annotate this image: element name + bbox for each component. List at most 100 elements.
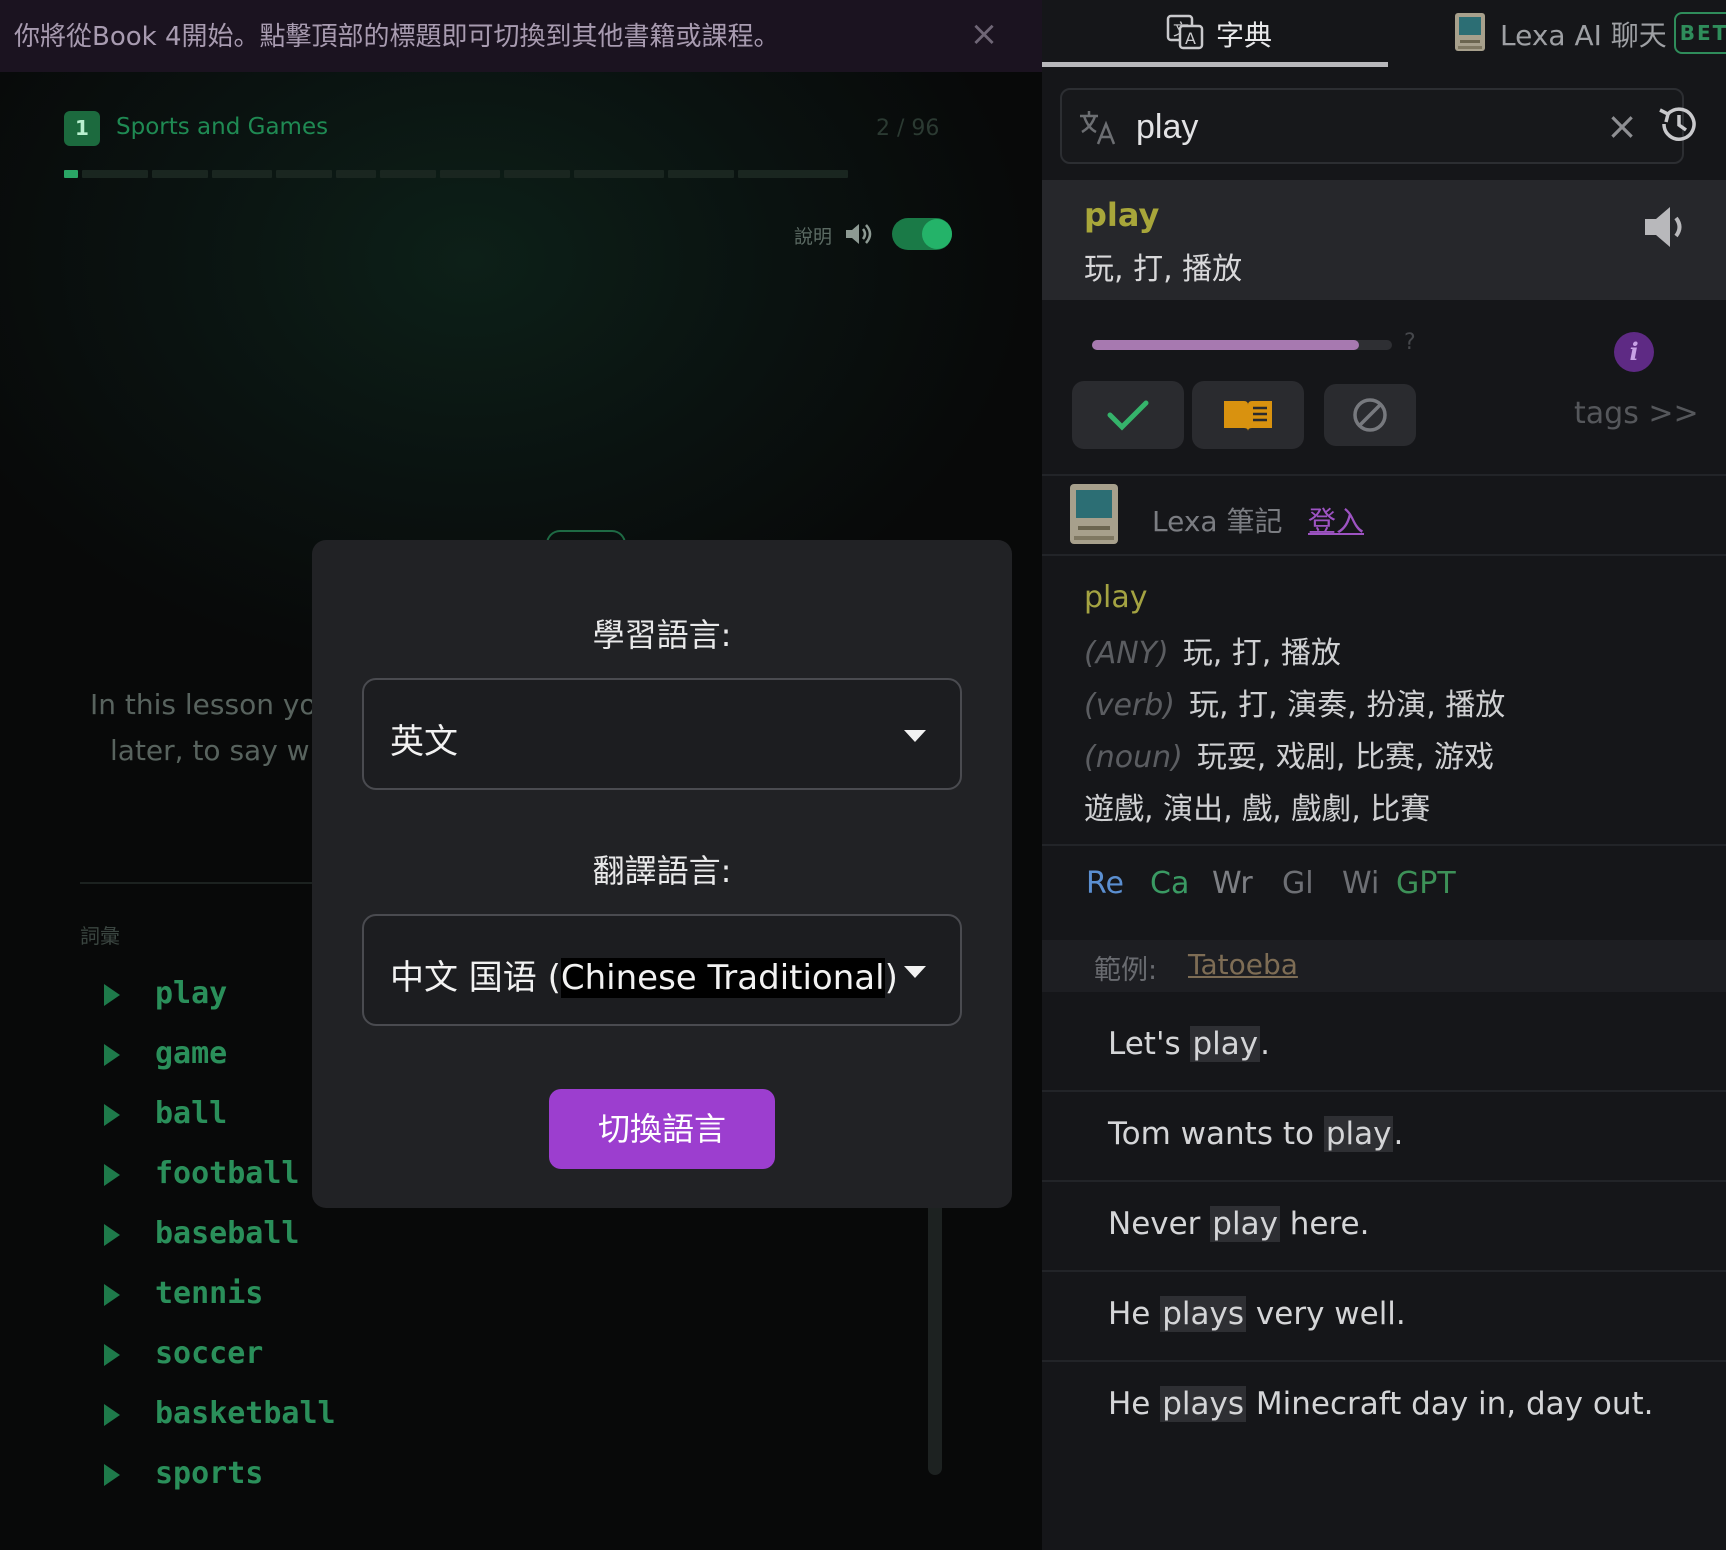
- definition-text: 玩耍, 戏剧, 比赛, 游戏: [1196, 740, 1495, 775]
- progress-segment: [668, 170, 734, 178]
- vocab-word: tennis: [155, 1276, 264, 1311]
- familiarity-slider[interactable]: [1092, 340, 1392, 350]
- pronounce-speaker-icon[interactable]: [1642, 204, 1692, 250]
- expand-arrow-icon: [104, 1044, 120, 1066]
- tatoeba-link[interactable]: Tatoeba: [1188, 948, 1298, 981]
- vocab-word: game: [155, 1036, 228, 1071]
- search-box: ×: [1060, 88, 1684, 164]
- expand-arrow-icon: [104, 984, 120, 1006]
- tab-dictionary[interactable]: 文 A 字典: [1042, 0, 1388, 68]
- study-language-label: 學習語言:: [592, 616, 732, 654]
- expand-arrow-icon: [104, 1344, 120, 1366]
- example-sentence[interactable]: Tom wants to play.: [1042, 1092, 1726, 1182]
- switch-language-button[interactable]: 切換語言: [549, 1089, 775, 1169]
- vocab-word: baseball: [155, 1216, 300, 1251]
- example-sentence[interactable]: Let's play.: [1042, 1002, 1726, 1092]
- progress-segment: [276, 170, 332, 178]
- part-of-speech: (noun): [1084, 740, 1183, 775]
- highlighted-word[interactable]: plays: [1160, 1296, 1247, 1332]
- ignore-word-button[interactable]: [1324, 384, 1416, 446]
- example-sentence[interactable]: He plays very well.: [1042, 1272, 1726, 1362]
- definition-row: (ANY) 玩, 打, 播放: [1084, 628, 1341, 672]
- example-sentence[interactable]: Never play here.: [1042, 1182, 1726, 1272]
- chevron-down-icon: [904, 730, 926, 742]
- vocab-item[interactable]: sports: [100, 1450, 500, 1500]
- examples-label: 範例:: [1094, 955, 1158, 986]
- toggle-knob: [922, 219, 952, 249]
- retro-computer-icon: [1070, 484, 1118, 544]
- highlighted-word[interactable]: plays: [1160, 1386, 1247, 1422]
- active-tab-indicator: [1042, 62, 1388, 67]
- notes-label: Lexa 筆記: [1152, 505, 1283, 538]
- clear-search-icon[interactable]: ×: [1602, 106, 1642, 146]
- vocab-item[interactable]: tennis: [100, 1270, 500, 1320]
- vocab-item[interactable]: basketball: [100, 1390, 500, 1440]
- expand-arrow-icon: [104, 1284, 120, 1306]
- lesson-number-badge: 1: [64, 111, 100, 146]
- svg-text:A: A: [1185, 29, 1196, 48]
- translation-language-select[interactable]: 中文 国语 (Chinese Traditional): [362, 914, 962, 1026]
- expand-arrow-icon: [104, 1104, 120, 1126]
- vocab-word: ball: [155, 1096, 228, 1131]
- divider: [1042, 844, 1726, 846]
- search-input[interactable]: [1136, 100, 1576, 154]
- source-link-wr[interactable]: Wr: [1212, 866, 1253, 901]
- definition-text: 玩, 打, 播放: [1182, 636, 1341, 671]
- checkmark-icon: [1107, 400, 1149, 431]
- example-sentence[interactable]: He plays Minecraft day in, day out.: [1042, 1362, 1726, 1452]
- tab-ai-chat[interactable]: Lexa AI 聊天 BETA: [1388, 0, 1726, 68]
- mark-learning-button[interactable]: [1192, 381, 1304, 449]
- source-link-re[interactable]: Re: [1086, 866, 1124, 901]
- part-of-speech: (verb): [1084, 688, 1175, 723]
- expand-arrow-icon: [104, 1164, 120, 1186]
- info-icon[interactable]: i: [1614, 332, 1654, 372]
- source-link-ca[interactable]: Ca: [1150, 866, 1189, 901]
- explain-label: 說明: [794, 226, 833, 248]
- progress-segment: [504, 170, 570, 178]
- example-text: Never play here.: [1108, 1206, 1370, 1242]
- progress-segment: [212, 170, 272, 178]
- banner-text: 你將從Book 4開始。點擊頂部的標題即可切換到其他書籍或課程。: [14, 22, 780, 52]
- example-text: He plays very well.: [1108, 1296, 1406, 1332]
- progress-segment: [152, 170, 208, 178]
- expand-arrow-icon: [104, 1404, 120, 1426]
- translate-icon: [1080, 111, 1116, 145]
- vocab-heading: 詞彙: [80, 924, 120, 948]
- highlighted-word[interactable]: play: [1210, 1206, 1280, 1242]
- divider: [1042, 474, 1726, 476]
- lesson-progress-count: 2 / 96: [876, 116, 940, 141]
- progress-segment: [336, 170, 376, 178]
- translation-language-label: 翻譯語言:: [592, 852, 732, 890]
- definition-text: 遊戲, 演出, 戲, 戲劇, 比賽: [1084, 792, 1431, 827]
- explain-toggle[interactable]: [892, 218, 952, 250]
- lesson-title[interactable]: Sports and Games: [116, 114, 328, 140]
- vocab-word: basketball: [155, 1396, 336, 1431]
- vocab-item[interactable]: baseball: [100, 1210, 500, 1260]
- definition-row: (noun) 玩耍, 戏剧, 比赛, 游戏: [1084, 732, 1494, 776]
- highlighted-word[interactable]: play: [1190, 1026, 1261, 1062]
- familiarity-help[interactable]: ?: [1404, 330, 1416, 355]
- expand-arrow-icon: [104, 1224, 120, 1246]
- source-link-gpt[interactable]: GPT: [1396, 866, 1456, 901]
- highlighted-word[interactable]: play: [1323, 1116, 1394, 1152]
- vocab-word: sports: [155, 1456, 264, 1491]
- banner-close-icon[interactable]: ×: [964, 10, 1004, 58]
- progress-segment: [440, 170, 500, 178]
- expand-arrow-icon: [104, 1464, 120, 1486]
- dictionary-panel: 文 A 字典 Lexa AI 聊天 BETA ×: [1042, 0, 1726, 1550]
- speaker-icon[interactable]: [844, 222, 872, 246]
- source-link-gl[interactable]: Gl: [1282, 866, 1314, 901]
- progress-segment: [574, 170, 664, 178]
- vocab-item[interactable]: soccer: [100, 1330, 500, 1380]
- ban-icon: [1353, 398, 1387, 432]
- mark-known-button[interactable]: [1072, 381, 1184, 449]
- history-icon[interactable]: [1656, 102, 1700, 146]
- example-text: Let's play.: [1108, 1026, 1270, 1062]
- lesson-intro-text: In this lesson you: [90, 688, 335, 721]
- study-language-select[interactable]: 英文: [362, 678, 962, 790]
- chevron-down-icon: [904, 966, 926, 978]
- tags-link[interactable]: tags >>: [1574, 396, 1699, 431]
- source-link-wi[interactable]: Wi: [1342, 866, 1379, 901]
- login-link[interactable]: 登入: [1308, 500, 1364, 540]
- divider: [1042, 554, 1726, 556]
